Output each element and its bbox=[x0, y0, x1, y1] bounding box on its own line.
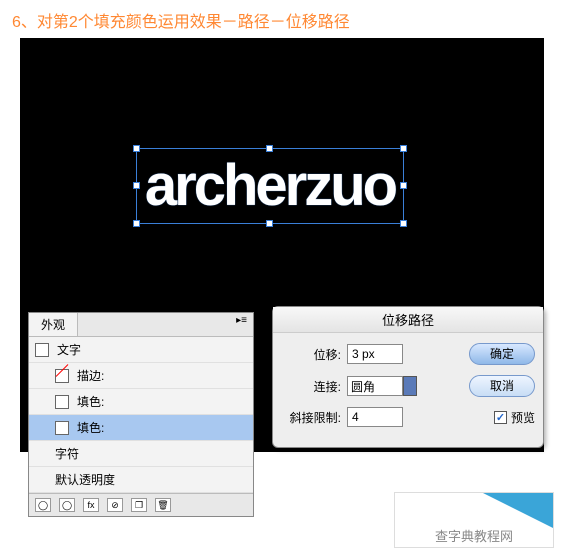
clear-icon[interactable]: ⊘ bbox=[107, 498, 123, 512]
handle-bm[interactable] bbox=[266, 220, 273, 227]
watermark: 查字典教程网 bbox=[394, 492, 554, 548]
new-stroke-icon[interactable]: ◯ bbox=[59, 498, 75, 512]
row-label: 描边: bbox=[77, 367, 247, 384]
appearance-type-row[interactable]: 文字 bbox=[29, 337, 253, 363]
offset-label: 位移: bbox=[281, 346, 341, 363]
join-spinner-icon[interactable] bbox=[403, 376, 417, 396]
handle-ml[interactable] bbox=[133, 182, 140, 189]
row-label: 字符 bbox=[55, 445, 247, 462]
type-swatch bbox=[35, 343, 49, 357]
appearance-row-1[interactable]: 填色: bbox=[29, 389, 253, 415]
selection-bounds bbox=[136, 148, 404, 224]
watermark-text: 查字典教程网 bbox=[395, 526, 553, 545]
appearance-row-4[interactable]: 默认透明度 bbox=[29, 467, 253, 493]
appearance-row-0[interactable]: 描边: bbox=[29, 363, 253, 389]
preview-label: 预览 bbox=[511, 409, 535, 426]
fx-icon[interactable]: fx bbox=[83, 498, 99, 512]
selected-text-object[interactable]: archerzuo bbox=[136, 148, 404, 224]
appearance-panel[interactable]: 外观 ▸≡ 文字 描边: 填色: 填色: 字符默认透明度 ◯ ◯ fx ⊘ ❐ 🗑 bbox=[28, 312, 254, 517]
handle-tm[interactable] bbox=[266, 145, 273, 152]
dialog-title: 位移路径 bbox=[273, 307, 543, 333]
miter-label: 斜接限制: bbox=[281, 409, 341, 426]
panel-footer: ◯ ◯ fx ⊘ ❐ 🗑 bbox=[29, 493, 253, 516]
panel-menu-icon[interactable]: ▸≡ bbox=[230, 313, 253, 336]
trash-icon[interactable]: 🗑 bbox=[155, 498, 171, 512]
ok-button[interactable]: 确定 bbox=[469, 343, 535, 365]
swatch-icon[interactable] bbox=[55, 421, 69, 435]
panel-header: 外观 ▸≡ bbox=[29, 313, 253, 337]
duplicate-icon[interactable]: ❐ bbox=[131, 498, 147, 512]
new-fill-icon[interactable]: ◯ bbox=[35, 498, 51, 512]
handle-mr[interactable] bbox=[400, 182, 407, 189]
row-label: 默认透明度 bbox=[55, 471, 247, 488]
swatch-icon[interactable] bbox=[55, 395, 69, 409]
join-select[interactable]: 圆角 bbox=[347, 376, 403, 396]
preview-checkbox[interactable]: ✓ 预览 bbox=[494, 409, 535, 426]
step-title: 6、对第2个填充颜色运用效果－路径－位移路径 bbox=[0, 0, 562, 40]
offset-input[interactable] bbox=[347, 344, 403, 364]
checkbox-icon: ✓ bbox=[494, 411, 507, 424]
offset-path-dialog: 位移路径 位移: 确定 连接: 圆角 取消 斜接限制: ✓ 预览 bbox=[272, 306, 544, 448]
appearance-row-3[interactable]: 字符 bbox=[29, 441, 253, 467]
panel-tab-appearance[interactable]: 外观 bbox=[29, 313, 78, 336]
appearance-row-2[interactable]: 填色: bbox=[29, 415, 253, 441]
join-label: 连接: bbox=[281, 378, 341, 395]
handle-tr[interactable] bbox=[400, 145, 407, 152]
row-label: 填色: bbox=[77, 419, 247, 436]
watermark-triangle bbox=[483, 493, 553, 528]
handle-tl[interactable] bbox=[133, 145, 140, 152]
handle-bl[interactable] bbox=[133, 220, 140, 227]
type-label: 文字 bbox=[57, 341, 247, 358]
miter-input[interactable] bbox=[347, 407, 403, 427]
cancel-button[interactable]: 取消 bbox=[469, 375, 535, 397]
row-label: 填色: bbox=[77, 393, 247, 410]
handle-br[interactable] bbox=[400, 220, 407, 227]
swatch-icon[interactable] bbox=[55, 369, 69, 383]
